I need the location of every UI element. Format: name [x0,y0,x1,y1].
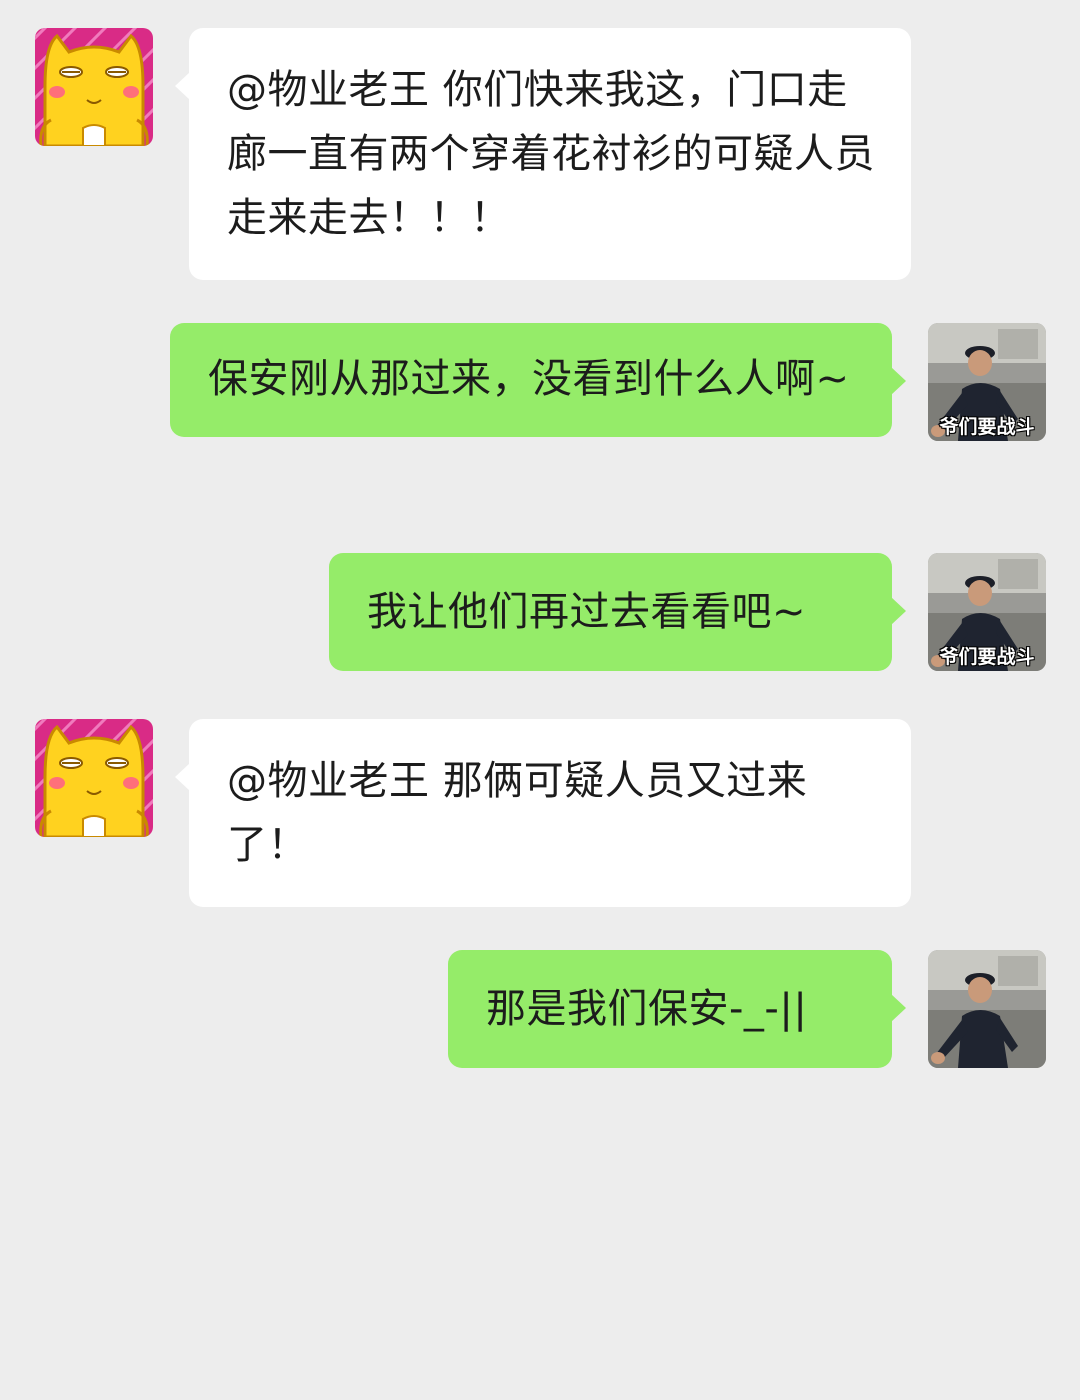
chat-conversation: @物业老王 你们快来我这，门口走廊一直有两个穿着花衬衫的可疑人员走来走去！！！ … [0,0,1080,1400]
security-guard-avatar[interactable] [928,950,1046,1068]
bubble-tail [891,994,906,1022]
bubble-tail [891,597,906,625]
sticker-caption: 爷们要战斗 [939,646,1035,668]
security-guard-avatar[interactable]: 爷们要战斗 [928,323,1046,441]
security-guard-avatar[interactable]: 爷们要战斗 [928,553,1046,671]
message-text: 我让他们再过去看看吧~ [367,589,807,635]
message-bubble[interactable]: 保安刚从那过来，没看到什么人啊~ [170,323,906,437]
message-text: @物业老王 那俩可疑人员又过来了！ [227,758,808,868]
cat-avatar-icon[interactable] [35,719,153,837]
message-bubble[interactable]: 那是我们保安-_-|| [448,950,906,1068]
bubble-tail [175,763,190,791]
bubble-tail [175,72,190,100]
message-text: @物业老王 你们快来我这，门口走廊一直有两个穿着花衬衫的可疑人员走来走去！！！ [227,67,875,241]
message-text: 保安刚从那过来，没看到什么人啊~ [208,356,850,402]
message-text: 那是我们保安-_-|| [486,986,808,1032]
message-bubble[interactable]: @物业老王 你们快来我这，门口走廊一直有两个穿着花衬衫的可疑人员走来走去！！！ [175,28,911,280]
cat-avatar-icon[interactable] [35,28,153,146]
bubble-tail [891,367,906,395]
message-bubble[interactable]: 我让他们再过去看看吧~ [329,553,906,671]
message-bubble[interactable]: @物业老王 那俩可疑人员又过来了！ [175,719,911,907]
sticker-caption: 爷们要战斗 [939,416,1035,438]
